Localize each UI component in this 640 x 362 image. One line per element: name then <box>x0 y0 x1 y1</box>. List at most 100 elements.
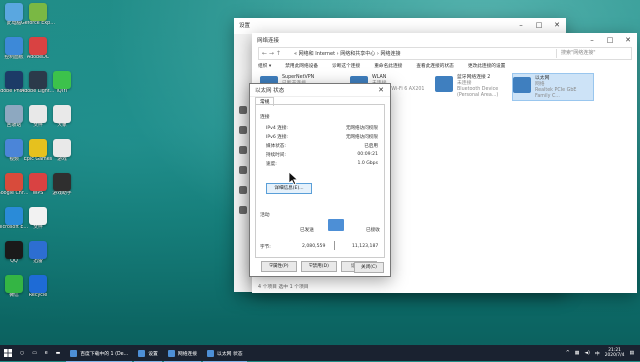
edge-icon[interactable]: e <box>41 345 52 361</box>
status-row: IPv6 连接: 无网络访问权限 <box>266 134 378 140</box>
minimize-icon[interactable]: – <box>583 36 601 44</box>
netconn-title: 网络连接 <box>257 38 280 44</box>
app-icon <box>5 275 23 293</box>
app-icon <box>29 173 47 191</box>
status-row-value: 无网络访问权限 <box>345 135 378 140</box>
network-activity-icon <box>328 219 344 231</box>
desktop-icon[interactable]: 游戏助手 <box>50 173 74 197</box>
task-view-icon[interactable]: ▭ <box>28 345 41 361</box>
search-input[interactable]: 搜索"网络连接" <box>556 49 631 58</box>
desktop-icon[interactable]: 大象 <box>50 105 74 129</box>
command-item[interactable]: 更改此连接的设置 <box>468 63 506 69</box>
properties-label: 属性(P) <box>272 264 289 269</box>
desktop-icon-label: 迅雷 <box>33 259 43 264</box>
file-explorer-icon[interactable]: ▬ <box>52 345 65 361</box>
status-row-value: 1.0 Gbps <box>357 161 378 166</box>
close-button[interactable]: 关闭(C) <box>354 262 384 273</box>
address-bar[interactable]: ← → ↑ « 网络和 Internet › 网络和共享中心 › 网络连接 搜索… <box>258 47 632 60</box>
taskbar-app-label: 以太网 状态 <box>217 351 243 357</box>
ethernet-icon[interactable] <box>239 146 247 154</box>
app-icon <box>29 71 47 89</box>
vpn-icon[interactable] <box>239 186 247 194</box>
netconn-titlebar[interactable]: 网络连接 – □ ✕ <box>252 33 637 47</box>
taskbar-app[interactable]: 百度下载中的 1 (De... <box>66 345 133 362</box>
status-row: 速度: 1.0 Gbps <box>266 161 378 167</box>
app-icon <box>29 207 47 225</box>
ethernet-status-dialog[interactable]: 以太网 状态 ✕ 常规 连接 IPv4 连接: 无网络访问权限 IPv6 连接: 无网… <box>249 83 391 277</box>
breadcrumb[interactable]: « 网络和 Internet › 网络和共享中心 › 网络连接 <box>294 50 556 57</box>
volume-icon[interactable]: ◄) <box>584 351 590 356</box>
desktop-icon[interactable]: AdobeDC <box>26 37 50 61</box>
minimize-icon[interactable]: – <box>512 21 530 29</box>
settings-titlebar[interactable]: 设置 – □ ✕ <box>234 18 566 32</box>
bluetooth-adapter-icon <box>435 76 453 92</box>
notification-icon[interactable]: ▤ <box>629 351 634 356</box>
proxy-icon[interactable] <box>239 206 247 214</box>
command-item[interactable]: 组织 ▾ <box>258 63 271 69</box>
app-icon <box>5 105 23 123</box>
app-icon <box>5 71 23 89</box>
close-icon[interactable]: ✕ <box>372 86 390 94</box>
properties-button[interactable]: ⛨属性(P) <box>261 261 297 272</box>
status-row: 媒体状态: 已启用 <box>266 143 378 149</box>
chevron-up-icon[interactable]: ^ <box>566 351 570 356</box>
disable-button[interactable]: ⛨禁用(D) <box>301 261 337 272</box>
desktop-icon-label: 大象 <box>57 123 67 128</box>
taskbar-app-label: 设置 <box>148 351 158 357</box>
wifi-icon[interactable] <box>239 166 247 174</box>
status-row: IPv4 连接: 无网络访问权限 <box>266 125 378 131</box>
desktop-icon-label: 游戏 <box>57 157 67 162</box>
desktop-icon[interactable]: iQIYI <box>50 71 74 95</box>
search-icon[interactable]: ○ <box>16 345 28 361</box>
maximize-icon[interactable]: □ <box>601 36 619 44</box>
section-activity: 活动 <box>260 213 270 218</box>
network-icon[interactable]: ▦ <box>575 351 580 356</box>
app-icon <box>5 241 23 259</box>
status-bar: 4 个项目 选中 1 个项目 <box>258 285 309 290</box>
desktop-icon[interactable]: 迅雷 <box>26 241 50 265</box>
status-row-label: 持续时间: <box>266 153 286 158</box>
app-icon <box>53 139 71 157</box>
status-row-value: 无网络访问权限 <box>345 126 378 131</box>
back-forward-icon[interactable]: ← → ↑ <box>259 50 294 57</box>
ime-icon[interactable]: 中 <box>595 350 600 357</box>
app-icon <box>29 37 47 55</box>
desktop-icon[interactable]: 游戏 <box>50 139 74 163</box>
adapter-bluetooth[interactable]: 蓝牙网络连接 2 未连接 Bluetooth Device (Personal … <box>435 73 511 99</box>
app-icon <box>5 173 23 191</box>
desktop-icon[interactable]: 文件 <box>26 207 50 231</box>
desktop-icon[interactable]: Geforce Experience <box>21 3 55 27</box>
home-icon[interactable] <box>239 106 247 114</box>
status-row-label: IPv6 连接: <box>266 135 288 140</box>
status-row-label: 速度: <box>266 162 277 167</box>
status-row: 持续时间: 00:09:21 <box>266 152 378 158</box>
clock[interactable]: 21:21 2020/7/4 <box>605 348 625 358</box>
desktop-icon[interactable]: Recycle <box>26 275 50 299</box>
section-connection: 连接 <box>260 115 270 120</box>
command-item[interactable]: 查看此连接的状态 <box>416 63 454 69</box>
status-row-label: IPv4 连接: <box>266 126 288 131</box>
desktop-icon-label: Geforce Experience <box>21 21 55 26</box>
dialog-titlebar[interactable]: 以太网 状态 ✕ <box>250 84 390 97</box>
taskbar-app[interactable]: 网络连接 <box>163 345 202 362</box>
desktop-icon-label: 文件 <box>33 225 43 230</box>
app-icon <box>29 105 47 123</box>
app-icon <box>29 3 47 21</box>
command-item[interactable]: 禁用此网络设备 <box>285 63 318 69</box>
status-icon[interactable] <box>239 126 247 134</box>
command-item[interactable]: 重命名此连接 <box>374 63 402 69</box>
app-icon <box>138 349 146 357</box>
command-item[interactable]: 诊断这个连接 <box>332 63 360 69</box>
taskbar-app[interactable]: 以太网 状态 <box>203 345 247 362</box>
app-icon <box>5 37 23 55</box>
close-icon[interactable]: ✕ <box>619 36 637 44</box>
adapter-ethernet[interactable]: 以太网 网络 Realtek PCIe GbE Family C... <box>512 73 594 101</box>
maximize-icon[interactable]: □ <box>530 21 548 29</box>
start-button[interactable] <box>0 345 16 361</box>
dialog-panel: 连接 IPv4 连接: 无网络访问权限 IPv6 连接: 无网络访问权限媒体状态: 已启… <box>255 104 385 272</box>
taskbar-app[interactable]: 设置 <box>134 345 162 362</box>
app-icon <box>53 105 71 123</box>
taskbar-app-label: 百度下载中的 1 (De... <box>80 351 129 357</box>
settings-title: 设置 <box>239 23 251 29</box>
close-icon[interactable]: ✕ <box>548 21 566 29</box>
